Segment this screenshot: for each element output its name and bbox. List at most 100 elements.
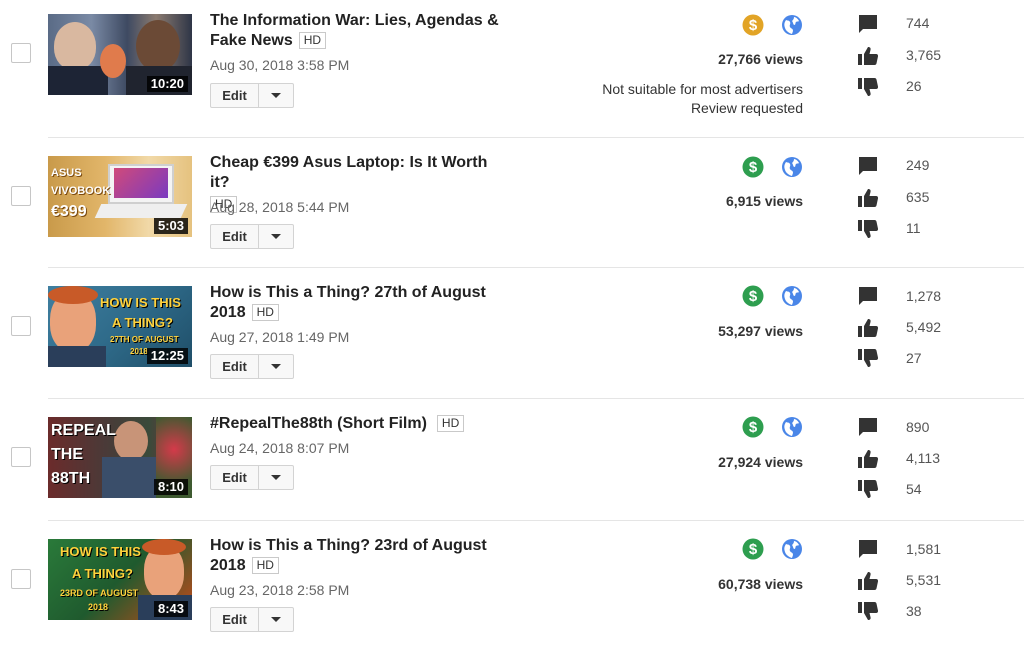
monetization-status: Not suitable for most advertisers [602, 81, 803, 97]
row-checkbox[interactable] [11, 186, 31, 206]
like-count: 4,113 [906, 450, 940, 466]
monetization-note[interactable]: Not suitable for most advertisers Review… [602, 80, 803, 118]
dislike-count: 54 [906, 481, 922, 497]
chevron-down-icon [271, 93, 281, 98]
video-duration: 8:10 [153, 479, 188, 495]
view-count: 6,915 views [725, 193, 803, 209]
view-count: 60,738 views [718, 576, 803, 592]
thumbs-up-icon [857, 46, 879, 66]
dollar-icon[interactable]: $ [742, 538, 764, 560]
like-count: 3,765 [906, 47, 942, 63]
hd-badge: HD [436, 415, 465, 432]
dollar-icon[interactable]: $ [742, 14, 764, 36]
edit-button-group: Edit [210, 83, 294, 108]
edit-dropdown-button[interactable] [259, 225, 293, 248]
row-checkbox[interactable] [11, 447, 31, 467]
video-date: Aug 24, 2018 8:07 PM [210, 440, 350, 456]
like-count: 635 [906, 189, 930, 205]
video-thumbnail[interactable]: HOW IS THIS A THING? 23RD OF AUGUST 2018… [48, 539, 192, 620]
globe-icon[interactable] [781, 156, 803, 178]
thumbs-down-icon [857, 77, 879, 97]
chevron-down-icon [271, 617, 281, 622]
edit-button-group: Edit [210, 465, 294, 490]
thumbnail-text: €399 [51, 203, 87, 220]
video-thumbnail[interactable]: REPEAL THE 88TH 8:10 [48, 417, 192, 498]
video-thumbnail[interactable]: HOW IS THIS A THING? 27TH OF AUGUST 2018… [48, 286, 192, 367]
globe-icon[interactable] [781, 416, 803, 438]
thumbnail-text: HOW IS THIS [60, 544, 141, 559]
svg-text:$: $ [749, 17, 758, 34]
comment-icon [857, 156, 879, 176]
video-duration: 5:03 [153, 218, 188, 234]
thumbs-up-icon [857, 318, 879, 338]
video-title-line: Fake News [210, 32, 293, 49]
video-row: REPEAL THE 88TH 8:10 #RepealThe88th (Sho… [0, 399, 1024, 520]
thumbnail-text: 2018 [88, 602, 109, 612]
video-thumbnail[interactable]: 10:20 [48, 14, 192, 95]
chevron-down-icon [271, 234, 281, 239]
comment-count: 1,581 [906, 541, 942, 557]
video-title-line: #RepealThe88th (Short Film) [210, 415, 427, 432]
video-title-line: How is This a Thing? 23rd of August [210, 537, 487, 554]
dislike-count: 26 [906, 78, 922, 94]
row-checkbox[interactable] [11, 316, 31, 336]
edit-dropdown-button[interactable] [259, 84, 293, 107]
globe-icon[interactable] [781, 538, 803, 560]
video-row: 10:20 The Information War: Lies, Agendas… [0, 0, 1024, 137]
dollar-icon[interactable]: $ [742, 156, 764, 178]
comment-count: 249 [906, 157, 930, 173]
video-title-line: The Information War: Lies, Agendas & [210, 12, 499, 29]
video-title[interactable]: How is This a Thing? 27th of August 2018… [210, 283, 500, 323]
video-date: Aug 30, 2018 3:58 PM [210, 57, 350, 73]
thumbs-up-icon [857, 188, 879, 208]
edit-dropdown-button[interactable] [259, 355, 293, 378]
thumbs-down-icon [857, 348, 879, 368]
edit-button[interactable]: Edit [211, 355, 259, 378]
comment-count: 1,278 [906, 288, 942, 304]
dollar-icon[interactable]: $ [742, 416, 764, 438]
hd-badge: HD [298, 32, 327, 49]
row-checkbox[interactable] [11, 43, 31, 63]
thumbs-down-icon [857, 219, 879, 239]
edit-button[interactable]: Edit [211, 84, 259, 107]
video-title[interactable]: #RepealThe88th (Short Film) HD [210, 414, 500, 434]
edit-dropdown-button[interactable] [259, 466, 293, 489]
edit-button[interactable]: Edit [211, 608, 259, 631]
chevron-down-icon [271, 475, 281, 480]
video-list: 10:20 The Information War: Lies, Agendas… [0, 0, 1024, 651]
dislike-count: 38 [906, 603, 922, 619]
thumbnail-text: REPEAL [51, 422, 116, 439]
comment-count: 744 [906, 15, 930, 31]
video-row: HOW IS THIS A THING? 27TH OF AUGUST 2018… [0, 268, 1024, 398]
thumbnail-text: A THING? [112, 315, 173, 330]
view-count: 27,766 views [718, 51, 803, 67]
thumbnail-text: 23RD OF AUGUST [60, 588, 139, 598]
edit-button-group: Edit [210, 354, 294, 379]
edit-button[interactable]: Edit [211, 225, 259, 248]
thumbs-up-icon [857, 449, 879, 469]
thumbnail-text: 88TH [51, 470, 91, 487]
svg-text:$: $ [749, 541, 758, 558]
svg-text:$: $ [749, 159, 758, 176]
video-duration: 8:43 [153, 601, 188, 617]
svg-text:$: $ [749, 288, 758, 305]
edit-button-group: Edit [210, 607, 294, 632]
thumbnail-text: ASUS [51, 167, 82, 179]
edit-dropdown-button[interactable] [259, 608, 293, 631]
view-count: 27,924 views [718, 454, 803, 470]
dollar-icon[interactable]: $ [742, 285, 764, 307]
thumbs-down-icon [857, 479, 879, 499]
globe-icon[interactable] [781, 14, 803, 36]
video-title[interactable]: How is This a Thing? 23rd of August 2018… [210, 536, 500, 576]
comment-count: 890 [906, 419, 930, 435]
video-title[interactable]: The Information War: Lies, Agendas & Fak… [210, 11, 500, 51]
thumbnail-text: A THING? [72, 566, 133, 581]
edit-button[interactable]: Edit [211, 466, 259, 489]
like-count: 5,531 [906, 572, 942, 588]
comment-icon [857, 539, 879, 559]
thumbnail-text: 2018 [130, 347, 148, 356]
video-thumbnail[interactable]: ASUS VIVOBOOK €399 5:03 [48, 156, 192, 237]
row-checkbox[interactable] [11, 569, 31, 589]
video-date: Aug 23, 2018 2:58 PM [210, 582, 350, 598]
globe-icon[interactable] [781, 285, 803, 307]
